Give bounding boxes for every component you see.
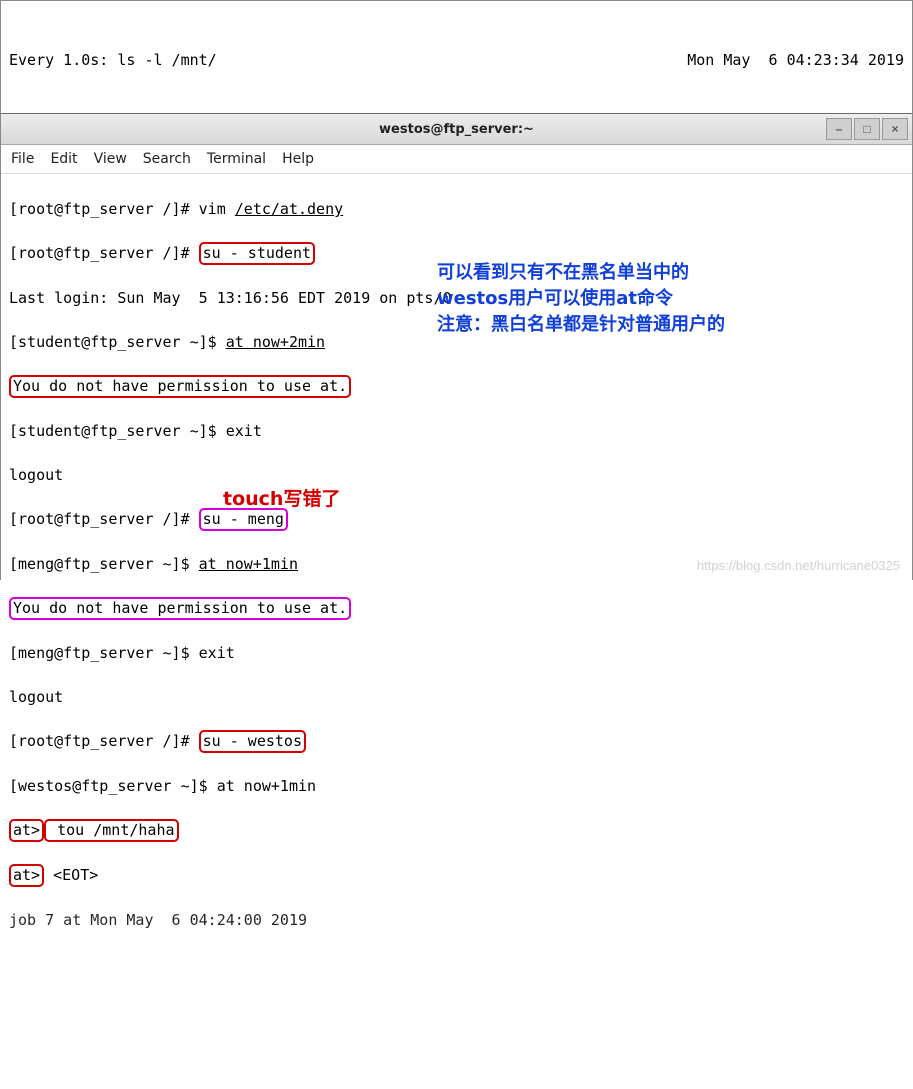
window-title: westos@ftp_server:~: [379, 122, 534, 137]
highlight-at-prompt: at>: [9, 819, 44, 842]
prompt: [meng@ftp_server ~]$: [9, 644, 199, 662]
maximize-button[interactable]: □: [854, 118, 880, 140]
highlight-at-prompt: at>: [9, 864, 44, 887]
highlight-typo-cmd: tou /mnt/haha: [44, 819, 178, 842]
highlight-su-student: su - student: [199, 242, 315, 265]
annotation-blue: 可以看到只有不在黑名单当中的 westos用户可以使用at命令 注意：黑白名单都…: [437, 260, 897, 338]
term-line: at> tou /mnt/haha: [9, 819, 904, 842]
prompt: [root@ftp_server /]#: [9, 510, 199, 528]
menu-terminal[interactable]: Terminal: [207, 151, 266, 167]
terminal-body[interactable]: [root@ftp_server /]# vim /etc/at.deny [r…: [1, 174, 912, 1089]
prompt: [westos@ftp_server ~]$: [9, 777, 217, 795]
annotation-red: touch写错了: [223, 488, 340, 510]
minimize-button[interactable]: –: [826, 118, 852, 140]
term-line: [root@ftp_server /]# su - meng: [9, 508, 904, 531]
term-line: [root@ftp_server /]# vim /etc/at.deny: [9, 198, 904, 220]
menu-view[interactable]: View: [94, 151, 127, 167]
term-line: You do not have permission to use at.: [9, 375, 904, 398]
highlight-deny-meng: You do not have permission to use at.: [9, 597, 351, 620]
menu-file[interactable]: File: [11, 151, 34, 167]
terminal-window: westos@ftp_server:~ – □ × File Edit View…: [1, 113, 912, 1089]
term-line: at> <EOT>: [9, 864, 904, 887]
prompt: [root@ftp_server /]#: [9, 244, 199, 262]
term-line: You do not have permission to use at.: [9, 597, 904, 620]
close-button[interactable]: ×: [882, 118, 908, 140]
menu-edit[interactable]: Edit: [50, 151, 77, 167]
prompt: [student@ftp_server ~]$: [9, 333, 226, 351]
menu-search[interactable]: Search: [143, 151, 191, 167]
prompt: [root@ftp_server /]#: [9, 200, 199, 218]
watch-timestamp: Mon May 6 04:23:34 2019: [687, 49, 904, 71]
cmd-arg: /etc/at.deny: [235, 200, 343, 218]
menu-bar: File Edit View Search Terminal Help: [1, 145, 912, 174]
highlight-su-westos: su - westos: [199, 730, 306, 753]
prompt: [root@ftp_server /]#: [9, 732, 199, 750]
term-line: [westos@ftp_server ~]$ at now+1min: [9, 775, 904, 797]
term-line: job 7 at Mon May 6 04:24:00 2019: [9, 909, 904, 931]
highlight-su-meng: su - meng: [199, 508, 288, 531]
term-line: logout: [9, 686, 904, 708]
highlight-deny-student: You do not have permission to use at.: [9, 375, 351, 398]
term-line: [root@ftp_server /]# su - westos: [9, 730, 904, 753]
term-line: [meng@ftp_server ~]$ exit: [9, 642, 904, 664]
window-titlebar: westos@ftp_server:~ – □ ×: [1, 114, 912, 145]
prompt: [student@ftp_server ~]$: [9, 422, 226, 440]
menu-help[interactable]: Help: [282, 151, 314, 167]
watch-command: Every 1.0s: ls -l /mnt/: [9, 49, 217, 71]
prompt: [meng@ftp_server ~]$: [9, 555, 199, 573]
term-line: [student@ftp_server ~]$ exit: [9, 420, 904, 442]
term-line: logout: [9, 464, 904, 486]
watermark: https://blog.csdn.net/hurricane0325: [697, 558, 900, 573]
